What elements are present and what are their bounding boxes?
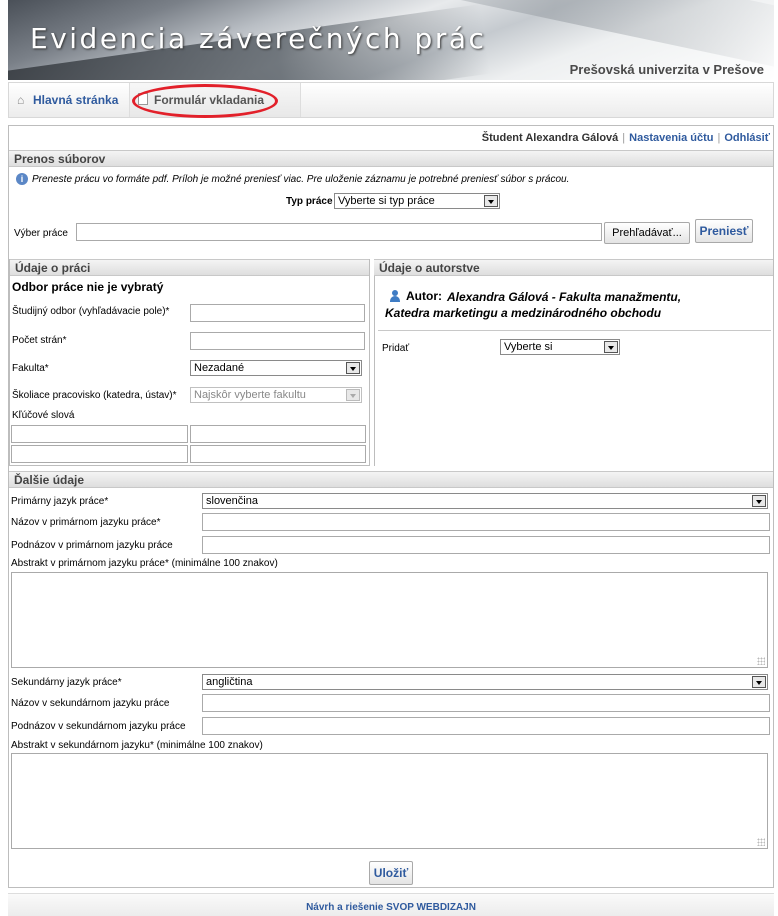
keyword-input-3[interactable]: [11, 445, 188, 463]
account-settings-link[interactable]: Nastavenia účtu: [629, 132, 713, 144]
faculty-select[interactable]: Nezadané: [190, 360, 362, 376]
primary-lang-label: Primárny jazyk práce*: [11, 496, 109, 507]
student-name: Študent Alexandra Gálová: [481, 132, 619, 144]
keyword-input-4[interactable]: [190, 445, 366, 463]
browse-button[interactable]: Prehľadávať...: [604, 222, 690, 244]
tab-home-label: Hlavná stránka: [33, 93, 119, 107]
title-secondary-label: Názov v sekundárnom jazyku práce: [11, 698, 170, 709]
university-name: Prešovská univerzita v Prešove: [569, 62, 764, 77]
field-study-label: Študijný odbor (vyhľadávacie pole)*: [12, 306, 170, 317]
title-primary-label: Názov v primárnom jazyku práce*: [11, 517, 161, 528]
work-type-value: Vyberte si typ práce: [338, 195, 435, 207]
field-study-input[interactable]: [190, 304, 365, 322]
secondary-lang-select[interactable]: angličtina: [202, 674, 768, 690]
upload-section-heading: Prenos súborov: [9, 150, 773, 167]
faculty-label: Fakulta*: [12, 363, 49, 374]
info-icon: i: [16, 173, 28, 185]
abstract-primary-textarea[interactable]: [11, 572, 768, 668]
footer-credit-link[interactable]: Návrh a riešenie SVOP WEBDIZAJN: [306, 902, 476, 913]
title-secondary-input[interactable]: [202, 694, 770, 712]
keyword-input-2[interactable]: [190, 425, 366, 443]
work-type-label: Typ práce: [286, 196, 333, 207]
add-value: Vyberte si: [504, 341, 553, 353]
pages-input[interactable]: [190, 332, 365, 350]
abstract-secondary-label: Abstrakt v sekundárnom jazyku* (minimáln…: [11, 740, 263, 751]
resize-grip-icon[interactable]: [757, 657, 765, 665]
chevron-down-icon: [752, 495, 766, 507]
logout-link[interactable]: Odhlásiť: [724, 132, 770, 144]
file-path-input[interactable]: [76, 223, 602, 241]
author-value: Alexandra Gálová - Fakulta manažmentu, K…: [385, 290, 682, 320]
chevron-down-icon: [346, 389, 360, 401]
transfer-button[interactable]: Preniesť: [695, 219, 753, 243]
highlight-annotation: [132, 84, 278, 118]
chevron-down-icon: [484, 195, 498, 207]
secondary-lang-value: angličtina: [206, 676, 253, 688]
subtitle-secondary-input[interactable]: [202, 717, 770, 735]
dept-value: Najskôr vyberte fakultu: [194, 389, 306, 401]
divider: [378, 330, 771, 331]
subtitle-primary-label: Podnázov v primárnom jazyku práce: [11, 540, 173, 551]
title-primary-input[interactable]: [202, 513, 770, 531]
primary-lang-value: slovenčina: [206, 495, 258, 507]
main-nav: ⌂ Hlavná stránka Formulár vkladania: [8, 82, 774, 118]
resize-grip-icon[interactable]: [757, 838, 765, 846]
add-label: Pridať: [382, 343, 410, 354]
pages-label: Počet strán*: [12, 335, 67, 346]
chevron-down-icon: [346, 362, 360, 374]
abstract-primary-label: Abstrakt v primárnom jazyku práce* (mini…: [11, 558, 278, 569]
abstract-secondary-textarea[interactable]: [11, 753, 768, 849]
site-header: Evidencia záverečných prác Prešovská uni…: [8, 0, 774, 80]
primary-lang-select[interactable]: slovenčina: [202, 493, 768, 509]
tab-home[interactable]: ⌂ Hlavná stránka: [17, 83, 118, 117]
keywords-label: Kľúčové slová: [12, 410, 75, 421]
dept-select: Najskôr vyberte fakultu: [190, 387, 362, 403]
work-type-select[interactable]: Vyberte si typ práce: [334, 193, 500, 209]
save-button[interactable]: Uložiť: [369, 861, 413, 885]
site-title: Evidencia záverečných prác: [30, 22, 487, 55]
file-label: Výber práce: [14, 228, 68, 239]
add-select[interactable]: Vyberte si: [500, 339, 620, 355]
footer: Návrh a riešenie SVOP WEBDIZAJN: [8, 893, 774, 916]
authorship-section-heading: Údaje o autorstve: [374, 259, 773, 276]
faculty-value: Nezadané: [194, 362, 245, 374]
dept-label: Školiace pracovisko (katedra, ústav)*: [12, 390, 177, 401]
subtitle-secondary-label: Podnázov v sekundárnom jazyku práce: [11, 721, 186, 732]
subtitle-primary-input[interactable]: [202, 536, 770, 554]
secondary-lang-label: Sekundárny jazyk práce*: [11, 677, 122, 688]
chevron-down-icon: [604, 341, 618, 353]
keyword-input-1[interactable]: [11, 425, 188, 443]
upload-info: Preneste prácu vo formáte pdf. Príloh je…: [32, 174, 570, 185]
field-not-selected: Odbor práce nie je vybratý: [12, 280, 164, 294]
home-icon: ⌂: [17, 93, 25, 107]
other-section-heading: Ďalšie údaje: [9, 471, 773, 488]
chevron-down-icon: [752, 676, 766, 688]
work-section-heading: Údaje o práci: [10, 259, 369, 276]
user-bar: Študent Alexandra Gálová | Nastavenia účtu…: [481, 132, 770, 144]
